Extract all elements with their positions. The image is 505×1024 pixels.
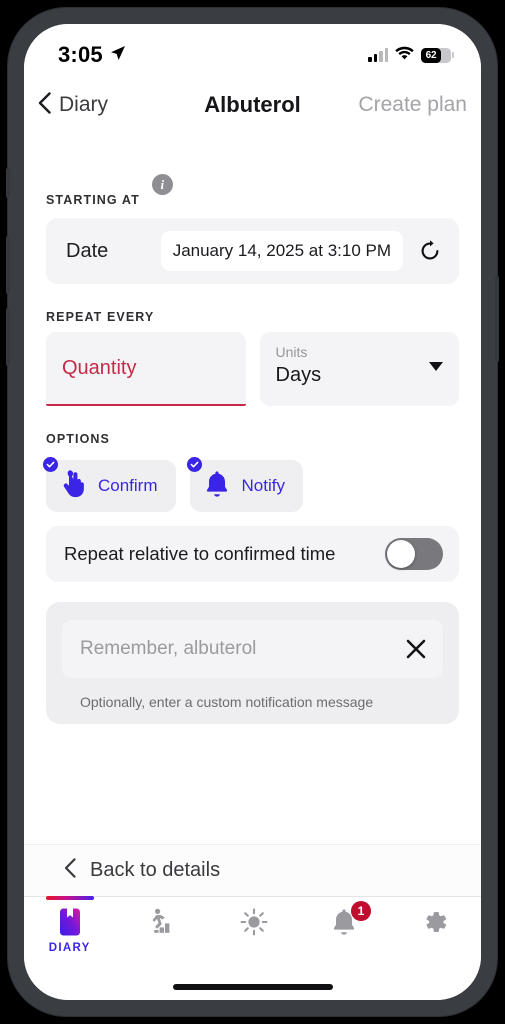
starting-at-label: STARTING AT: [46, 193, 140, 207]
bell-icon: 1: [331, 901, 371, 937]
date-row: Date January 14, 2025 at 3:10 PM: [46, 218, 459, 284]
chevron-left-icon: [38, 91, 51, 119]
options-label: OPTIONS: [46, 432, 110, 446]
gear-icon: [421, 907, 449, 937]
back-button[interactable]: Diary: [38, 91, 109, 119]
toggle-knob: [387, 540, 415, 568]
check-badge-icon: [43, 457, 58, 472]
quantity-input[interactable]: Quantity: [46, 332, 246, 406]
nav-header: Diary Albuterol Create plan: [24, 78, 481, 132]
tab-weather[interactable]: [207, 897, 298, 974]
close-x-icon[interactable]: [403, 636, 429, 662]
tab-diary-label: DIARY: [48, 942, 91, 954]
notification-message-input[interactable]: Remember, albuterol: [62, 620, 443, 678]
reset-refresh-icon[interactable]: [415, 236, 445, 266]
bell-icon: [204, 470, 230, 503]
date-row-label: Date: [66, 239, 109, 262]
date-value-button[interactable]: January 14, 2025 at 3:10 PM: [160, 231, 403, 271]
active-tab-indicator: [45, 896, 94, 900]
diary-book-icon: [57, 907, 83, 937]
repeat-every-label: REPEAT EVERY: [46, 310, 155, 324]
tab-settings[interactable]: [390, 897, 481, 974]
repeat-relative-toggle[interactable]: [385, 538, 443, 570]
power-button[interactable]: [495, 276, 499, 362]
options-chips: Confirm Notify: [43, 457, 459, 512]
status-bar-right: 62: [368, 46, 454, 65]
units-value: Days: [275, 364, 322, 387]
status-bar-left: 3:05: [58, 42, 126, 68]
repeat-relative-label: Repeat relative to confirmed time: [64, 543, 336, 564]
notifications-badge: 1: [350, 901, 371, 921]
phone-screen: 3:05 62 Diary Albuterol Create plan STAR…: [24, 24, 481, 1000]
phone-frame: 3:05 62 Diary Albuterol Create plan STAR…: [6, 8, 499, 1016]
tap-hand-icon: [60, 469, 86, 504]
back-to-details-label: Back to details: [90, 859, 221, 881]
home-indicator[interactable]: [172, 984, 333, 990]
weather-sun-icon: [238, 907, 268, 937]
chevron-left-icon: [64, 858, 76, 883]
back-button-label: Diary: [59, 93, 109, 116]
option-chip-notify[interactable]: Notify: [186, 457, 303, 512]
repeat-relative-row: Repeat relative to confirmed time: [46, 526, 459, 582]
repeat-every-row: Quantity Units Days: [46, 332, 459, 406]
option-chip-confirm[interactable]: Confirm: [43, 457, 176, 512]
units-label: Units: [275, 344, 308, 360]
location-arrow-icon: [110, 45, 126, 66]
tab-bar: DIARY 1: [24, 896, 481, 974]
option-chip-confirm-label: Confirm: [98, 476, 158, 495]
form-content: STARTING AT i Date January 14, 2025 at 3…: [24, 132, 481, 844]
notification-message-card: Remember, albuterol Optionally, enter a …: [46, 602, 459, 724]
tab-notifications[interactable]: 1: [298, 897, 389, 974]
units-select[interactable]: Units Days: [259, 332, 459, 406]
notification-message-helper: Optionally, enter a custom notification …: [80, 694, 374, 710]
option-chip-notify-label: Notify: [241, 476, 285, 495]
volume-down-button[interactable]: [6, 308, 10, 366]
activity-steps-icon: [146, 907, 176, 937]
quantity-placeholder: Quantity: [62, 356, 137, 379]
battery-indicator: 62: [421, 47, 454, 63]
notification-message-placeholder: Remember, albuterol: [80, 638, 257, 659]
back-to-details-button[interactable]: Back to details: [24, 844, 481, 896]
status-time: 3:05: [58, 42, 103, 67]
cellular-signal-icon: [368, 47, 388, 62]
battery-percent: 62: [425, 49, 437, 61]
chevron-down-icon: [429, 362, 443, 371]
tab-activity[interactable]: [115, 897, 206, 974]
wifi-icon: [395, 46, 414, 65]
starting-at-section-header: STARTING AT i: [46, 174, 459, 208]
home-indicator-area: [24, 974, 481, 1000]
info-icon[interactable]: i: [151, 174, 173, 195]
silence-switch[interactable]: [6, 168, 10, 198]
check-badge-icon: [186, 457, 202, 472]
status-bar: 3:05 62: [24, 24, 481, 78]
create-plan-button[interactable]: Create plan: [358, 93, 467, 117]
volume-up-button[interactable]: [6, 236, 10, 294]
tab-diary[interactable]: DIARY: [24, 896, 115, 974]
